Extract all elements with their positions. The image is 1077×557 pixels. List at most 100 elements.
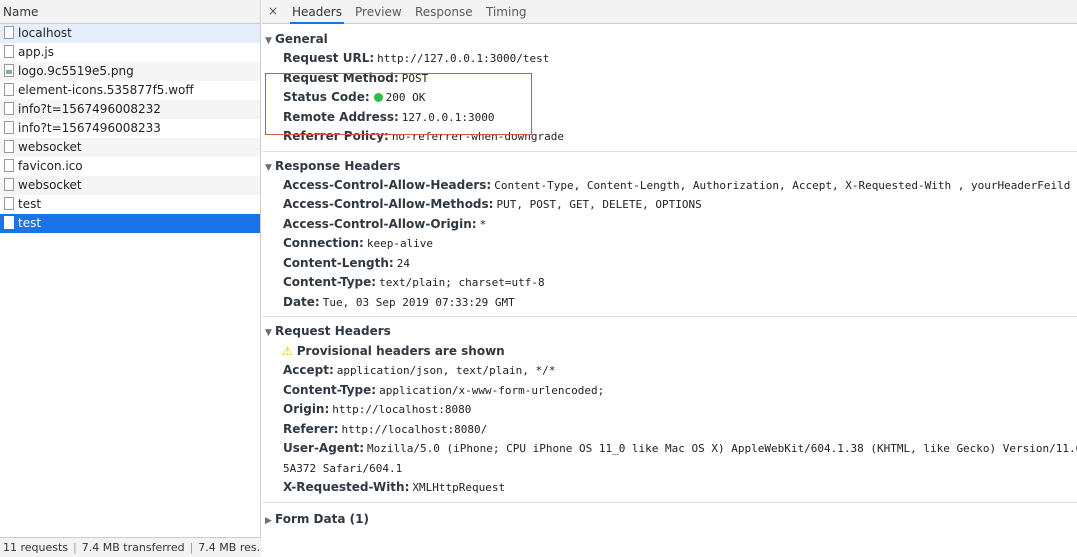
request-row-favicon[interactable]: favicon.ico — [0, 157, 260, 176]
tab-timing[interactable]: Timing — [484, 0, 529, 24]
header-value: application/json, text/plain, */* — [336, 364, 556, 377]
request-headers-section: ▼ Request Headers ⚠ Provisional headers ar… — [262, 321, 1077, 503]
close-icon[interactable]: × — [268, 4, 278, 18]
request-row-logo-png[interactable]: logo.9c5519e5.png — [0, 62, 260, 81]
request-headers-section-header[interactable]: ▼ Request Headers — [262, 321, 1077, 341]
transferred-size: 7.4 MB transferred — [81, 541, 185, 554]
header-name: Remote Address: — [283, 109, 399, 124]
header-row: Access-Control-Allow-Methods: PUT, POST, … — [262, 195, 1077, 215]
header-value: * — [479, 217, 487, 231]
header-name: Request URL: — [283, 51, 375, 65]
header-value: XMLHttpRequest — [412, 481, 506, 494]
provisional-warning: ⚠ Provisional headers are shown — [262, 341, 1077, 361]
header-row: Content-Type: application/x-www-form-urle… — [262, 381, 1077, 401]
response-headers-section: ▼ Response Headers Access-Control-Allow-H… — [262, 156, 1077, 317]
header-row: Referrer Policy: no-referrer-when-downgra… — [262, 127, 1077, 147]
tab-headers[interactable]: Headers — [290, 0, 344, 24]
header-row: Content-Type: text/plain; charset=utf-8 — [262, 273, 1077, 293]
header-value: POST — [401, 71, 429, 85]
header-name: Access-Control-Allow-Headers: — [283, 177, 492, 192]
file-icon — [4, 102, 14, 115]
request-details-panel: × Headers Preview Response Timing ▼ Gener… — [262, 0, 1077, 557]
header-name: Connection: — [283, 236, 364, 250]
request-row-test-2-selected[interactable]: test — [0, 214, 260, 233]
header-value: Tue, 03 Sep 2019 07:33:29 GMT — [322, 295, 515, 309]
file-icon — [4, 121, 14, 134]
header-value-continuation: 5A372 Safari/604.1 — [283, 461, 403, 475]
file-icon — [4, 159, 14, 172]
request-name: favicon.ico — [18, 159, 83, 173]
header-value: application/x-www-form-urlencoded; — [379, 383, 605, 397]
header-name: Content-Length: — [283, 255, 394, 270]
request-name: websocket — [18, 178, 82, 192]
request-row-localhost[interactable]: localhost — [0, 24, 260, 43]
request-row-websocket-1[interactable]: websocket — [0, 138, 260, 157]
request-row-info-2[interactable]: info?t=1567496008233 — [0, 119, 260, 138]
warning-text: Provisional headers are shown — [296, 344, 505, 358]
form-data-section-header[interactable]: ▶ Form Data (1) — [262, 509, 1077, 529]
header-row: X-Requested-With: XMLHttpRequest — [262, 478, 1077, 498]
tab-preview[interactable]: Preview — [353, 0, 404, 24]
header-value: Content-Type, Content-Length, Authorizat… — [494, 178, 1071, 192]
file-icon — [4, 178, 14, 191]
file-icon — [4, 26, 14, 39]
header-name: Origin: — [283, 402, 330, 416]
response-headers-section-header[interactable]: ▼ Response Headers — [262, 156, 1077, 176]
header-value: 24 — [396, 256, 410, 270]
header-name: User-Agent: — [283, 441, 365, 455]
request-name: test — [18, 216, 42, 230]
request-row-app-js[interactable]: app.js — [0, 43, 260, 62]
header-value: text/plain; charset=utf-8 — [379, 276, 545, 289]
request-row-info-1[interactable]: info?t=1567496008232 — [0, 100, 260, 119]
image-file-icon — [4, 64, 14, 77]
request-row-test-1[interactable]: test — [0, 195, 260, 214]
warning-icon: ⚠ — [282, 344, 293, 358]
request-count: 11 requests — [3, 541, 69, 554]
file-icon — [4, 216, 14, 229]
header-value: http://localhost:8080/ — [341, 422, 488, 436]
header-row: Status Code: 200 OK — [262, 88, 1077, 108]
header-name: Referrer Policy: — [283, 129, 389, 143]
header-value: http://127.0.0.1:3000/test — [377, 52, 550, 65]
name-column-header[interactable]: Name — [0, 0, 260, 24]
request-name: info?t=1567496008232 — [18, 102, 161, 116]
request-list-panel: Name localhost app.js logo.9c5519e5.png … — [0, 0, 261, 557]
request-row-element-icons[interactable]: element-icons.535877f5.woff — [0, 81, 260, 100]
header-value: Mozilla/5.0 (iPhone; CPU iPhone OS 11_0 … — [367, 442, 1077, 455]
header-name: Request Method: — [283, 70, 399, 85]
header-value: PUT, POST, GET, DELETE, OPTIONS — [496, 198, 702, 211]
header-name: Date: — [283, 294, 320, 309]
header-name: Referer: — [283, 421, 339, 436]
details-tab-bar: × Headers Preview Response Timing — [262, 0, 1077, 24]
header-name: Content-Type: — [283, 382, 377, 397]
header-name: Access-Control-Allow-Origin: — [283, 216, 477, 231]
header-row: Connection: keep-alive — [262, 234, 1077, 254]
general-section: ▼ General Request URL: http://127.0.0.1:30… — [262, 29, 1077, 152]
request-name: logo.9c5519e5.png — [18, 64, 134, 78]
request-name: localhost — [18, 26, 72, 40]
header-name: Accept: — [283, 363, 334, 377]
section-title: Response Headers — [275, 158, 401, 173]
triangle-down-icon: ▼ — [265, 328, 272, 338]
request-name: websocket — [18, 140, 82, 154]
header-value: no-referrer-when-downgrade — [391, 130, 564, 143]
tab-response[interactable]: Response — [413, 0, 475, 24]
header-value: http://localhost:8080 — [332, 403, 472, 416]
header-name: Status Code: — [283, 90, 370, 104]
triangle-down-icon: ▼ — [265, 36, 272, 46]
section-title: Form Data (1) — [275, 511, 369, 526]
file-icon — [4, 140, 14, 153]
headers-content: ▼ General Request URL: http://127.0.0.1:30… — [262, 25, 1077, 557]
request-name: app.js — [18, 45, 54, 59]
header-row: Access-Control-Allow-Origin: * — [262, 215, 1077, 235]
header-row: Date: Tue, 03 Sep 2019 07:33:29 GMT — [262, 293, 1077, 313]
request-name: info?t=1567496008233 — [18, 121, 161, 135]
triangle-down-icon: ▼ — [265, 162, 272, 173]
header-row: Request URL: http://127.0.0.1:3000/test — [262, 49, 1077, 69]
header-row: Remote Address: 127.0.0.1:3000 — [262, 108, 1077, 128]
header-value: keep-alive — [366, 237, 434, 250]
file-icon — [4, 45, 14, 58]
header-row: User-Agent: Mozilla/5.0 (iPhone; CPU iPho… — [262, 439, 1077, 459]
general-section-header[interactable]: ▼ General — [262, 29, 1077, 49]
request-row-websocket-2[interactable]: websocket — [0, 176, 260, 195]
